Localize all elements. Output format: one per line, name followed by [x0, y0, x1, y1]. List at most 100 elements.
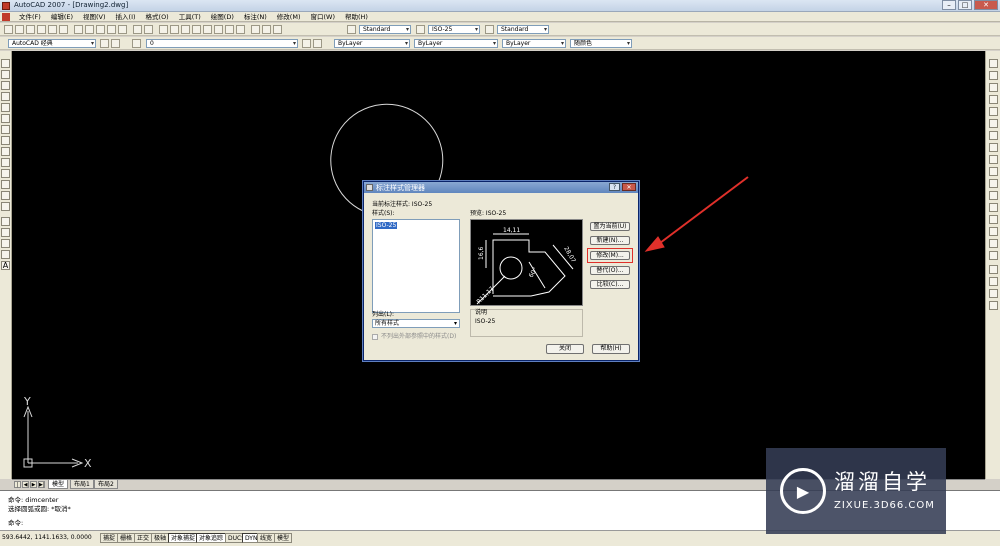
make-block-icon[interactable]	[1, 191, 10, 200]
menu-view[interactable]: 视图(V)	[78, 12, 111, 22]
autocad-app-icon[interactable]	[2, 2, 10, 10]
prev-tab-icon[interactable]: ◀	[22, 481, 29, 488]
ortho-toggle[interactable]: 正交	[134, 533, 153, 543]
design-center-icon[interactable]	[214, 25, 223, 34]
layer-previous-icon[interactable]	[313, 39, 322, 48]
snap-toggle[interactable]: 捕捉	[100, 533, 119, 543]
calculator-icon[interactable]	[262, 25, 271, 34]
offset-icon[interactable]	[989, 95, 998, 104]
polyline-icon[interactable]	[1, 81, 10, 90]
styles-list[interactable]: ISO-25	[372, 219, 460, 313]
arc-icon[interactable]	[1, 114, 10, 123]
tab-model[interactable]: 模型	[48, 480, 69, 489]
dialog-help-icon[interactable]: ?	[609, 183, 620, 191]
dim-style-icon[interactable]	[416, 25, 425, 34]
last-tab-icon[interactable]: ▶|	[38, 481, 45, 488]
menu-modify[interactable]: 修改(M)	[272, 12, 306, 22]
tab-layout1[interactable]: 布局1	[70, 480, 94, 489]
help-icon[interactable]	[273, 25, 282, 34]
dialog-help-button[interactable]: 帮助(H)	[592, 344, 630, 354]
dialog-close-icon[interactable]: ✕	[622, 183, 636, 191]
paste-icon[interactable]	[96, 25, 105, 34]
workspace-combo[interactable]: AutoCAD 经典	[8, 39, 96, 48]
explode-icon[interactable]	[989, 251, 998, 260]
trim-icon[interactable]	[989, 167, 998, 176]
gradient-icon[interactable]	[1, 228, 10, 237]
grid-toggle[interactable]: 栅格	[117, 533, 136, 543]
text-style-icon[interactable]	[347, 25, 356, 34]
document-icon[interactable]	[2, 13, 10, 21]
break-at-point-icon[interactable]	[989, 191, 998, 200]
modify-style-button[interactable]: 修改(M)...	[590, 251, 630, 260]
layer-combo[interactable]: 0	[146, 39, 298, 48]
ellipse-arc-icon[interactable]	[1, 169, 10, 178]
tool-palettes-icon[interactable]	[225, 25, 234, 34]
menu-window[interactable]: 窗口(W)	[305, 12, 340, 22]
tab-layout2[interactable]: 布局2	[94, 480, 118, 489]
list-filter-combo[interactable]: 所有样式	[372, 319, 460, 328]
save-icon[interactable]	[26, 25, 35, 34]
plot-style-combo[interactable]: 随颜色	[570, 39, 632, 48]
zoom-realtime-icon[interactable]	[170, 25, 179, 34]
osnap-toggle[interactable]: 对象捕捉	[168, 533, 199, 543]
rectangle-icon[interactable]	[1, 103, 10, 112]
new-file-icon[interactable]	[4, 25, 13, 34]
match-properties-icon[interactable]	[107, 25, 116, 34]
spline-icon[interactable]	[1, 147, 10, 156]
set-current-button[interactable]: 置为当前(U)	[590, 222, 630, 231]
send-under-icon[interactable]	[989, 301, 998, 310]
dialog-close-button[interactable]: 关闭	[546, 344, 584, 354]
workspace-settings-icon[interactable]	[100, 39, 109, 48]
compare-styles-button[interactable]: 比较(C)...	[590, 280, 630, 289]
exclude-xref-checkbox[interactable]	[372, 334, 378, 340]
hatch-icon[interactable]	[1, 217, 10, 226]
construction-line-icon[interactable]	[1, 70, 10, 79]
fillet-icon[interactable]	[989, 239, 998, 248]
text-style-combo[interactable]: Standard	[359, 25, 411, 34]
model-toggle[interactable]: 模型	[274, 533, 293, 543]
sheet-set-icon[interactable]	[236, 25, 245, 34]
break-icon[interactable]	[989, 203, 998, 212]
scale-icon[interactable]	[989, 143, 998, 152]
publish-icon[interactable]	[59, 25, 68, 34]
redo-icon[interactable]	[144, 25, 153, 34]
multiline-text-icon[interactable]: A	[1, 261, 10, 270]
maximize-button[interactable]: □	[958, 0, 972, 10]
draw-order-front-icon[interactable]	[989, 265, 998, 274]
layer-manager-icon[interactable]	[132, 39, 141, 48]
make-current-layer-icon[interactable]	[302, 39, 311, 48]
new-style-button[interactable]: 新建(N)...	[590, 236, 630, 245]
copy-object-icon[interactable]	[989, 71, 998, 80]
lineweight-toggle[interactable]: 线宽	[257, 533, 276, 543]
dim-style-combo[interactable]: ISO-25	[428, 25, 480, 34]
circle-icon[interactable]	[1, 125, 10, 134]
lineweight-combo[interactable]: ByLayer	[502, 39, 566, 48]
region-icon[interactable]	[1, 239, 10, 248]
zoom-previous-icon[interactable]	[192, 25, 201, 34]
line-icon[interactable]	[1, 59, 10, 68]
minimize-button[interactable]: –	[942, 0, 956, 10]
table-style-icon[interactable]	[485, 25, 494, 34]
override-style-button[interactable]: 替代(O)...	[590, 266, 630, 275]
table-icon[interactable]	[1, 250, 10, 259]
point-icon[interactable]	[1, 202, 10, 211]
block-editor-icon[interactable]	[118, 25, 127, 34]
array-icon[interactable]	[989, 107, 998, 116]
polygon-icon[interactable]	[1, 92, 10, 101]
menu-format[interactable]: 格式(O)	[141, 12, 174, 22]
menu-insert[interactable]: 插入(I)	[111, 12, 141, 22]
chamfer-icon[interactable]	[989, 227, 998, 236]
menu-dimension[interactable]: 标注(N)	[239, 12, 272, 22]
properties-icon[interactable]	[203, 25, 212, 34]
stretch-icon[interactable]	[989, 155, 998, 164]
move-icon[interactable]	[989, 119, 998, 128]
plot-preview-icon[interactable]	[48, 25, 57, 34]
mirror-icon[interactable]	[989, 83, 998, 92]
insert-block-icon[interactable]	[1, 180, 10, 189]
command-prompt[interactable]: 命令:	[8, 519, 23, 527]
markup-icon[interactable]	[251, 25, 260, 34]
menu-edit[interactable]: 编辑(E)	[46, 12, 78, 22]
polar-toggle[interactable]: 极轴	[151, 533, 170, 543]
join-icon[interactable]	[989, 215, 998, 224]
copy-icon[interactable]	[85, 25, 94, 34]
